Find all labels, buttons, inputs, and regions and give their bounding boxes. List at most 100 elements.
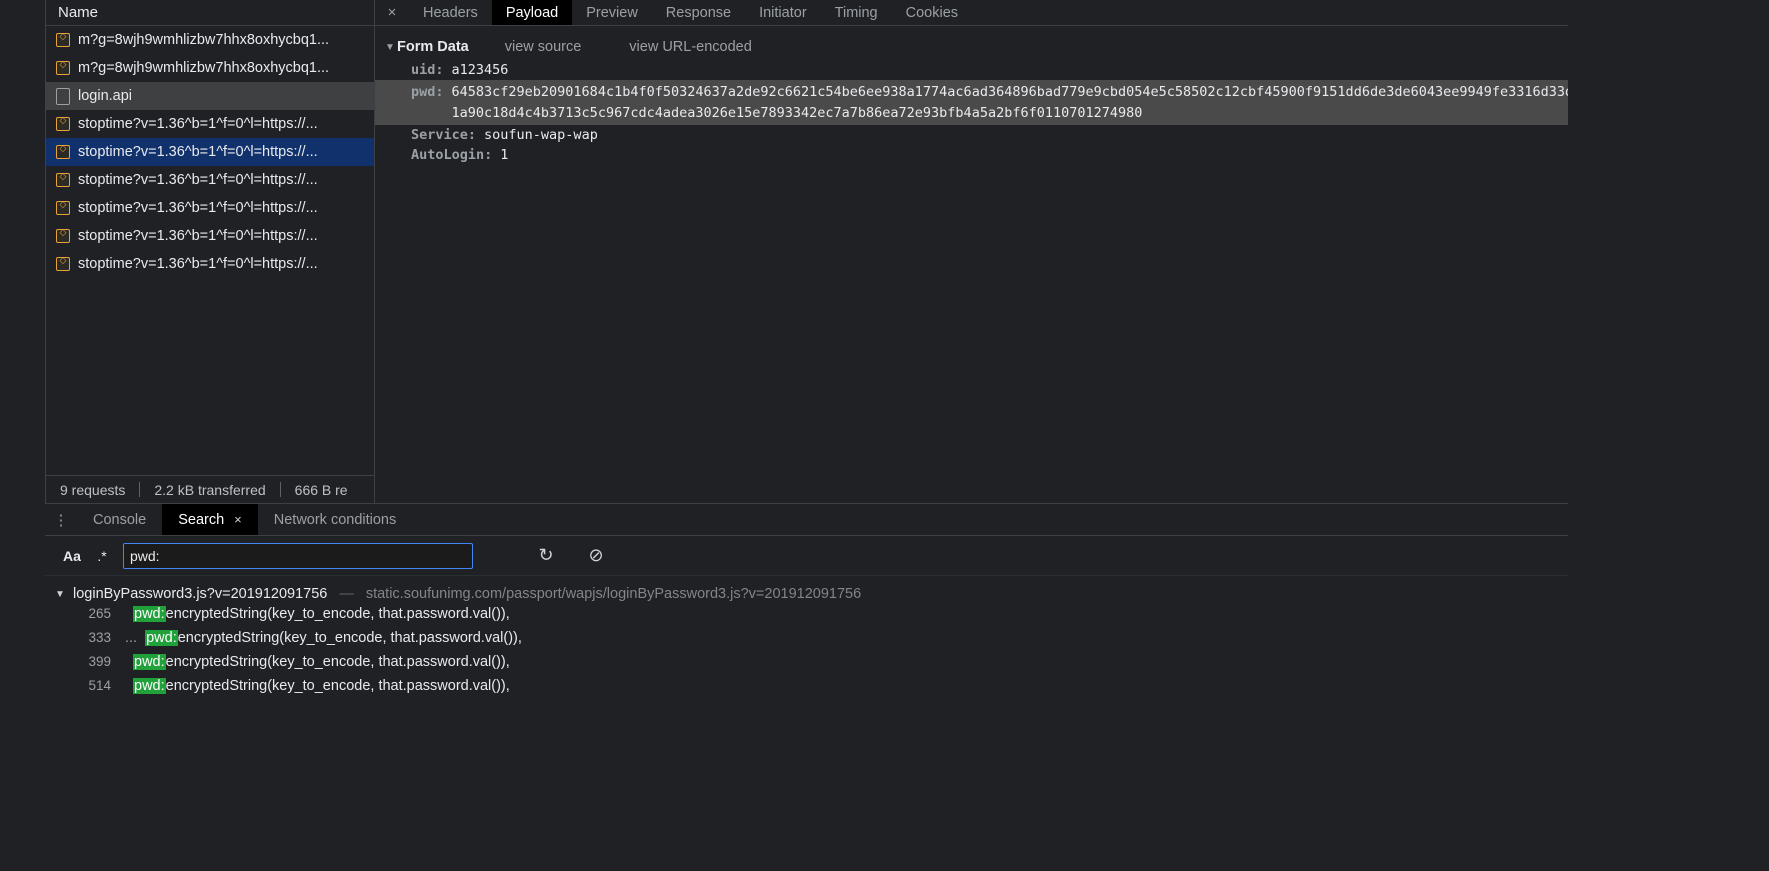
network-panel: Name m?g=8wjh9wmhlizbw7hhx8oxhycbq1... m… [45,0,1769,503]
form-data-title: Form Data [397,39,469,55]
tab-response[interactable]: Response [652,0,745,25]
tab-initiator[interactable]: Initiator [745,0,821,25]
payload-field-value: a123456 [451,62,509,78]
request-row[interactable]: stoptime?v=1.36^b=1^f=0^l=https://... [46,110,374,138]
search-match-row[interactable]: 333 ... pwd: encryptedString(key_to_enco… [45,630,1769,654]
view-url-encoded-link[interactable]: view URL-encoded [629,39,752,55]
search-toolbar: Aa .* ↻ ⊘ [45,536,1769,576]
devtools-window: Name m?g=8wjh9wmhlizbw7hhx8oxhycbq1... m… [0,0,1769,871]
request-list: Name m?g=8wjh9wmhlizbw7hhx8oxhycbq1... m… [45,0,375,503]
line-number: 514 [88,678,111,693]
tab-payload[interactable]: Payload [491,0,573,25]
status-resources: 666 B re [294,481,348,498]
drawer-tabbar: ⋮ Console Search × Network conditions [45,504,1769,536]
view-source-link[interactable]: view source [505,39,582,55]
payload-field-service: Service: soufun-wap-wap [375,125,1769,145]
form-data-header[interactable]: ▼ Form Data view source view URL-encoded [375,34,1769,60]
network-status-bar: 9 requests 2.2 kB transferred 666 B re [46,475,374,503]
request-name: stoptime?v=1.36^b=1^f=0^l=https://... [78,256,318,272]
request-name: stoptime?v=1.36^b=1^f=0^l=https://... [78,116,318,132]
tab-search-label: Search [178,511,225,528]
document-icon [56,59,70,75]
chevron-down-icon[interactable]: ▼ [55,589,67,600]
payload-field-uid: uid: a123456 [375,60,1769,80]
match-highlight: pwd: [133,654,166,670]
payload-field-value: soufun-wap-wap [484,127,598,144]
search-result-file[interactable]: ▼ loginByPassword3.js?v=201912091756 — s… [45,582,1769,606]
refresh-icon[interactable]: ↻ [535,545,557,566]
request-name: stoptime?v=1.36^b=1^f=0^l=https://... [78,200,318,216]
request-row[interactable]: stoptime?v=1.36^b=1^f=0^l=https://... [46,222,374,250]
request-name: stoptime?v=1.36^b=1^f=0^l=https://... [78,172,318,188]
payload-body: ▼ Form Data view source view URL-encoded… [375,26,1769,165]
payload-field-key: pwd: [411,84,444,100]
request-row-login-api[interactable]: login.api [46,82,374,110]
tab-cookies[interactable]: Cookies [892,0,972,25]
tab-search[interactable]: Search × [162,504,258,535]
payload-field-pwd: pwd: 64583cf29eb20901684c1b4f0f50324637a… [375,80,1769,126]
tab-preview[interactable]: Preview [572,0,652,25]
match-ellipsis: ... [125,630,138,646]
clear-icon[interactable]: ⊘ [585,545,607,566]
request-name: stoptime?v=1.36^b=1^f=0^l=https://... [78,228,318,244]
payload-field-key: uid: [411,62,444,78]
request-row[interactable]: stoptime?v=1.36^b=1^f=0^l=https://... [46,250,374,278]
close-icon[interactable]: × [375,0,409,25]
line-number: 399 [88,654,111,669]
request-row[interactable]: stoptime?v=1.36^b=1^f=0^l=https://... [46,138,374,166]
payload-field-key: AutoLogin: [411,147,493,164]
document-icon [56,31,70,47]
tab-headers[interactable]: Headers [409,0,492,25]
document-icon [56,255,70,271]
request-rows: m?g=8wjh9wmhlizbw7hhx8oxhycbq1... m?g=8w… [46,26,374,460]
status-request-count: 9 requests [60,481,126,498]
request-name: m?g=8wjh9wmhlizbw7hhx8oxhycbq1... [78,32,330,48]
match-case-icon[interactable]: Aa [57,548,87,564]
request-name: m?g=8wjh9wmhlizbw7hhx8oxhycbq1... [78,60,330,76]
document-icon [56,199,70,215]
tab-network-conditions[interactable]: Network conditions [258,504,413,535]
payload-field-value: 1 [500,147,509,164]
document-icon [56,227,70,243]
left-gutter [0,0,45,871]
right-gutter [1568,0,1769,871]
request-detail-pane: × Headers Payload Preview Response Initi… [375,0,1769,503]
search-match-row[interactable]: 514 pwd: encryptedString(key_to_encode, … [45,678,1769,702]
match-code: encryptedString(key_to_encode, that.pass… [165,606,510,622]
search-input[interactable] [123,542,473,569]
close-icon[interactable]: × [234,512,242,527]
request-list-header: Name [46,0,374,26]
regex-icon[interactable]: .* [87,548,117,564]
payload-field-key: Service: [411,127,477,144]
match-highlight: pwd: [145,630,178,646]
search-match-row[interactable]: 399 pwd: encryptedString(key_to_encode, … [45,654,1769,678]
request-row[interactable]: stoptime?v=1.36^b=1^f=0^l=https://... [46,166,374,194]
tab-console[interactable]: Console [77,504,162,535]
chevron-down-icon[interactable]: ▼ [385,42,397,53]
detail-tabbar: × Headers Payload Preview Response Initi… [375,0,1769,26]
search-results: ▼ loginByPassword3.js?v=201912091756 — s… [45,576,1769,702]
search-result-filename: loginByPassword3.js?v=201912091756 [73,586,328,602]
more-options-icon[interactable]: ⋮ [45,504,77,535]
match-highlight: pwd: [133,678,166,694]
request-row[interactable]: m?g=8wjh9wmhlizbw7hhx8oxhycbq1... [46,26,374,54]
blank-file-icon [56,87,70,105]
match-code: encryptedString(key_to_encode, that.pass… [165,678,510,694]
document-icon [56,115,70,131]
drawer-panel: ⋮ Console Search × Network conditions Aa… [45,503,1769,871]
line-number: 333 [88,630,111,645]
status-transferred: 2.2 kB transferred [154,481,266,498]
request-row[interactable]: m?g=8wjh9wmhlizbw7hhx8oxhycbq1... [46,54,374,82]
request-row[interactable]: stoptime?v=1.36^b=1^f=0^l=https://... [46,194,374,222]
search-result-url: static.soufunimg.com/passport/wapjs/logi… [365,586,862,602]
document-icon [56,143,70,159]
tab-timing[interactable]: Timing [821,0,892,25]
line-number: 265 [88,606,111,621]
separator-dash: — [339,586,354,602]
search-match-row[interactable]: 265 pwd: encryptedString(key_to_encode, … [45,606,1769,630]
request-name: stoptime?v=1.36^b=1^f=0^l=https://... [78,144,318,160]
payload-field-autologin: AutoLogin: 1 [375,145,1769,165]
match-highlight: pwd: [133,606,166,622]
document-icon [56,171,70,187]
request-name: login.api [78,88,133,104]
